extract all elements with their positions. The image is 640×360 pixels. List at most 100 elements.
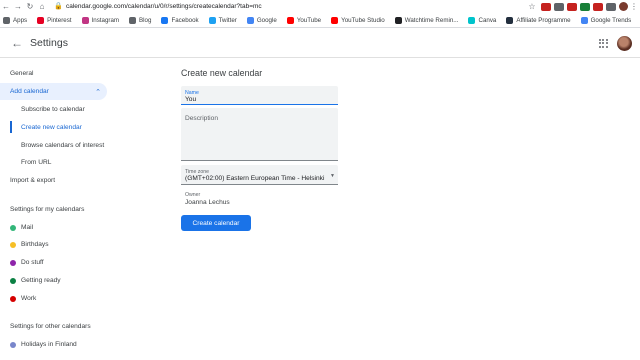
browser-address-bar: ← → ↻ ⌂ 🔒 calendar.google.com/calendar/u… (0, 0, 640, 13)
bookmark-favicon-icon (506, 16, 514, 24)
calendar-color-dot (10, 259, 16, 266)
calendar-label: Birthdays (21, 241, 49, 248)
description-field[interactable]: Description (181, 108, 338, 161)
forward-arrow-icon[interactable]: → (12, 2, 24, 11)
sidebar-item-calendar[interactable]: Getting ready (10, 277, 61, 284)
field-value: (GMT+02:00) Eastern European Time - Hels… (185, 175, 325, 182)
bookmark-item[interactable]: Pinterest (37, 16, 72, 24)
extension-icon[interactable] (541, 2, 551, 11)
bookmark-item[interactable]: Google Trends (580, 16, 632, 24)
bookmark-item[interactable]: Watchtime Remin... (394, 16, 459, 24)
active-item-indicator (10, 121, 12, 133)
bookmark-favicon-icon (208, 16, 216, 24)
bookmark-item[interactable]: Google (246, 16, 277, 24)
sidebar-item-calendar[interactable]: Mail (10, 224, 33, 231)
bookmark-label: YouTube Studio (341, 16, 385, 24)
app-header: ← Settings (0, 29, 640, 58)
bookmark-label: Affiliate Programme (516, 16, 571, 24)
extension-icon[interactable] (554, 2, 564, 11)
sidebar-item-import-export[interactable]: Import & export (10, 177, 55, 184)
owner-value: Joanna Lechus (185, 199, 230, 206)
back-arrow-icon[interactable]: ← (0, 2, 12, 11)
back-arrow-icon[interactable]: ← (10, 36, 24, 50)
sidebar-item-add-calendar[interactable]: Add calendar ⌃ (0, 83, 107, 100)
chevron-up-icon: ⌃ (95, 88, 101, 96)
bookmark-label: Google (256, 16, 277, 24)
extension-icon[interactable] (593, 2, 603, 11)
bookmark-item[interactable]: Facebook (161, 16, 199, 24)
home-icon[interactable]: ⌂ (36, 2, 48, 11)
avatar[interactable] (617, 36, 632, 51)
calendar-label: Do stuff (21, 259, 44, 266)
sidebar-item-subscribe[interactable]: Subscribe to calendar (21, 106, 85, 113)
calendar-color-dot (10, 341, 16, 348)
profile-avatar[interactable] (619, 2, 628, 11)
bookmark-label: Blog (139, 16, 152, 24)
bookmark-item[interactable]: Apps (3, 16, 28, 24)
field-placeholder: Description (185, 115, 218, 122)
bookmark-label: Apps (13, 16, 28, 24)
menu-icon[interactable]: ⋮ (628, 2, 640, 11)
owner-label: Owner (185, 192, 201, 198)
create-calendar-button[interactable]: Create calendar (181, 215, 251, 231)
bookmark-label: Pinterest (47, 16, 72, 24)
section-header-other-calendars: Settings for other calendars (10, 323, 91, 330)
bookmark-label: Canva (478, 16, 497, 24)
calendar-color-dot (10, 295, 16, 302)
calendar-color-dot (10, 224, 16, 231)
sidebar-item-create-new-calendar[interactable]: Create new calendar (21, 124, 82, 131)
bookmark-label: Instagram (91, 16, 120, 24)
bookmark-item[interactable]: Canva (468, 16, 497, 24)
bookmark-label: Google Trends (590, 16, 632, 24)
form-title: Create new calendar (181, 68, 263, 78)
bookmark-favicon-icon (129, 16, 137, 24)
bookmark-label: Twitter (218, 16, 237, 24)
extension-icon[interactable] (606, 2, 616, 11)
sidebar-item-calendar[interactable]: Holidays in Finland (10, 341, 77, 348)
bookmark-favicon-icon (468, 16, 476, 24)
timezone-select[interactable]: Time zone (GMT+02:00) Eastern European T… (181, 165, 338, 185)
bookmark-label: Facebook (171, 16, 199, 24)
calendar-label: Getting ready (21, 277, 61, 284)
bookmark-favicon-icon (3, 16, 10, 24)
bookmark-label: Watchtime Remin... (404, 16, 459, 24)
bookmark-label: YouTube (296, 16, 322, 24)
field-value: You (185, 96, 197, 103)
calendar-color-dot (10, 277, 16, 284)
calendar-color-dot (10, 241, 16, 248)
bookmark-favicon-icon (394, 16, 402, 24)
star-icon[interactable]: ☆ (526, 2, 538, 11)
bookmark-item[interactable]: Blog (129, 16, 152, 24)
reload-icon[interactable]: ↻ (24, 2, 36, 11)
sidebar-item-from-url[interactable]: From URL (21, 159, 51, 166)
bookmark-item[interactable]: Affiliate Programme (506, 16, 571, 24)
extension-icon[interactable] (567, 2, 577, 11)
section-header-my-calendars: Settings for my calendars (10, 206, 85, 213)
bookmark-favicon-icon (580, 16, 588, 24)
sidebar-item-calendar[interactable]: Birthdays (10, 241, 49, 248)
calendar-label: Work (21, 295, 37, 302)
bookmark-favicon-icon (37, 16, 45, 24)
sidebar-item-general[interactable]: General (10, 70, 33, 77)
bookmark-favicon-icon (81, 16, 89, 24)
bookmark-item[interactable]: YouTube Studio (331, 16, 385, 24)
bookmark-favicon-icon (246, 16, 254, 24)
sidebar-item-browse-calendars[interactable]: Browse calendars of interest (21, 142, 104, 149)
calendar-label: Mail (21, 224, 34, 231)
calendar-label: Holidays in Finland (21, 341, 77, 348)
apps-grid-icon[interactable] (599, 39, 608, 48)
bookmark-favicon-icon (161, 16, 169, 24)
lock-icon: 🔒 (54, 3, 63, 10)
bookmark-item[interactable]: Instagram (81, 16, 120, 24)
extension-icon[interactable] (580, 2, 590, 11)
bookmark-item[interactable]: Twitter (208, 16, 237, 24)
bookmark-item[interactable]: YouTube (286, 16, 322, 24)
bookmarks-bar: Apps Pinterest Instagram Blog Facebook Twitte… (0, 13, 640, 28)
calendar-name-field[interactable]: Name You (181, 86, 338, 105)
page-title: Settings (30, 37, 68, 49)
sidebar-item-calendar[interactable]: Work (10, 295, 36, 302)
sidebar-item-calendar[interactable]: Do stuff (10, 259, 44, 266)
url-field[interactable]: calendar.google.com/calendar/u/0/r/setti… (63, 3, 526, 10)
bookmark-favicon-icon (286, 16, 294, 24)
dropdown-arrow-icon: ▼ (330, 173, 335, 179)
